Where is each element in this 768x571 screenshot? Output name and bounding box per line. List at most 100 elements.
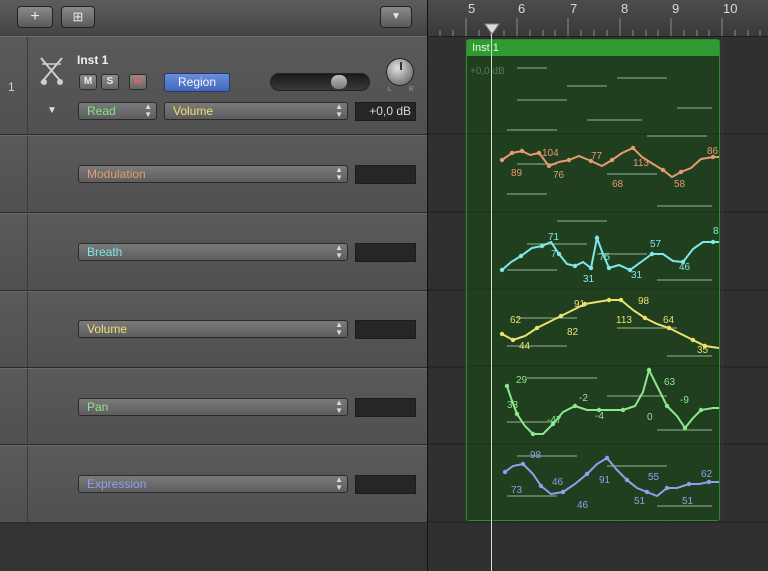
automation-parameter-label: Volume [173,104,214,118]
automation-value-label: 91 [599,475,611,486]
automation-value-label: 44 [519,341,531,352]
automation-lane-header[interactable]: Breath ▲ ▼ [0,213,427,291]
automation-value-label: 46 [552,477,564,488]
automation-value-label: 113 [633,158,649,169]
automation-value-label: 98 [530,450,542,461]
track-number: 1 [8,80,15,94]
automation-lane-header[interactable]: Volume ▲ ▼ [0,291,427,368]
pan-knob[interactable] [386,58,414,86]
expression-values: 98 62 46 91 55 73 46 51 51 [511,450,713,511]
lane-parameter-label: Breath [87,245,123,259]
updown-arrows-icon: ▲ ▼ [335,475,343,492]
lane-value-field[interactable] [355,165,416,184]
lane-value-field[interactable] [355,243,416,262]
lane-value-field[interactable] [355,320,416,339]
automation-value-label: -47 [547,415,562,426]
track-menu-button[interactable]: ▼ [380,6,412,28]
automation-value-label: 89 [511,168,523,179]
pan-values: 29 63 -2 33 -9 -4 -47 0 [507,375,689,426]
automation-value-label: 77 [591,151,603,162]
automation-value-label: 57 [650,239,662,250]
automation-mode-popup[interactable]: Read ▲ ▼ [78,102,157,120]
new-folder-button[interactable]: ⊞ [61,6,95,28]
region-automation-button[interactable]: Region [164,73,230,92]
playhead-handle-icon[interactable] [484,23,500,35]
automation-value-label: 68 [612,179,624,190]
disclosure-triangle-icon[interactable]: ▼ [47,105,57,116]
bar-number: 10 [723,1,738,16]
mute-button[interactable]: M [79,74,97,90]
region-name[interactable]: Inst 1 [467,40,719,56]
bar-number: 5 [468,1,476,16]
region-content: 104 77 113 86 89 76 68 58 71 7 75 57 8 3… [467,67,719,511]
bar-number: 8 [621,1,629,16]
track-number-column [0,214,28,290]
lane-parameter-label: Volume [87,322,128,336]
lane-parameter-popup[interactable]: Modulation ▲ ▼ [78,165,348,183]
automation-lane-header[interactable]: Modulation ▲ ▼ [0,135,427,213]
automation-value-label: 51 [682,496,694,507]
automation-value-label: 71 [548,232,560,243]
automation-value-label: 51 [634,496,646,507]
automation-value-label: 58 [674,179,686,190]
automation-value-label: 46 [577,500,589,511]
automation-value-label: -2 [579,393,588,404]
lane-value-field[interactable] [355,475,416,494]
lane-parameter-popup[interactable]: Pan ▲ ▼ [78,398,348,416]
instrument-icon [40,57,63,85]
track-number-column: 1 [0,37,28,134]
updown-arrows-icon: ▲ ▼ [335,165,343,182]
automation-lane-header[interactable]: Expression ▲ ▼ [0,445,427,523]
track-header-inst1[interactable]: 1 Inst 1 M S R Region L R ▼ Read ▲ ▼ Volum… [0,36,427,135]
automation-value-label: 33 [507,400,519,411]
bar-number: 9 [672,1,680,16]
automation-value-label: 76 [553,170,565,181]
automation-value-label: 104 [542,148,559,159]
track-number-column [0,446,28,522]
lane-parameter-label: Expression [87,477,147,491]
lane-parameter-popup[interactable]: Expression ▲ ▼ [78,475,348,493]
automation-value-label: 46 [679,262,691,273]
automation-mode-label: Read [87,104,116,118]
solo-button[interactable]: S [101,74,119,90]
bar-ruler[interactable]: 5 6 7 8 9 10 [428,0,768,37]
track-number-column [0,292,28,367]
updown-arrows-icon: ▲ ▼ [335,398,343,415]
add-track-button[interactable]: + [17,6,53,28]
automation-parameter-popup[interactable]: Volume ▲ ▼ [164,102,348,120]
lane-parameter-label: Modulation [87,167,146,181]
automation-value-field[interactable]: +0,0 dB [355,102,416,121]
automation-value-label: 7 [551,249,557,260]
playhead[interactable] [491,26,492,571]
ruler-ticks [439,18,761,36]
updown-arrows-icon: ▲ ▼ [144,102,152,119]
volume-slider[interactable] [270,73,370,91]
automation-value-label: 75 [599,252,611,263]
lane-parameter-popup[interactable]: Volume ▲ ▼ [78,320,348,338]
record-enable-button[interactable]: R [129,74,147,90]
automation-value-label: 8 [713,226,719,237]
automation-value-label: 55 [648,472,660,483]
automation-value-label: 31 [583,274,595,285]
lane-value-field[interactable] [355,398,416,417]
pan-knob-indicator [400,62,402,70]
track-name[interactable]: Inst 1 [77,53,108,67]
modulation-values: 104 77 113 86 89 76 68 58 [511,146,719,190]
automation-value-label: 0 [647,412,653,423]
automation-value-label: 29 [516,375,528,386]
automation-value-label: 62 [510,315,522,326]
plus-icon: + [30,8,40,25]
automation-lane-header[interactable]: Pan ▲ ▼ [0,368,427,445]
updown-arrows-icon: ▲ ▼ [335,102,343,119]
automation-value-label: -9 [680,395,689,406]
automation-value-label: 73 [511,485,523,496]
folder-stack-icon: ⊞ [72,9,84,24]
automation-value-label: 62 [701,469,713,480]
lane-parameter-popup[interactable]: Breath ▲ ▼ [78,243,348,261]
updown-arrows-icon: ▲ ▼ [335,320,343,337]
volume-slider-handle[interactable] [331,75,347,89]
track-header-toolbar: + ⊞ ▼ [0,0,427,37]
automation-value-label: 31 [631,270,643,281]
updown-arrows-icon: ▲ ▼ [335,243,343,260]
expression-curve [504,456,719,498]
